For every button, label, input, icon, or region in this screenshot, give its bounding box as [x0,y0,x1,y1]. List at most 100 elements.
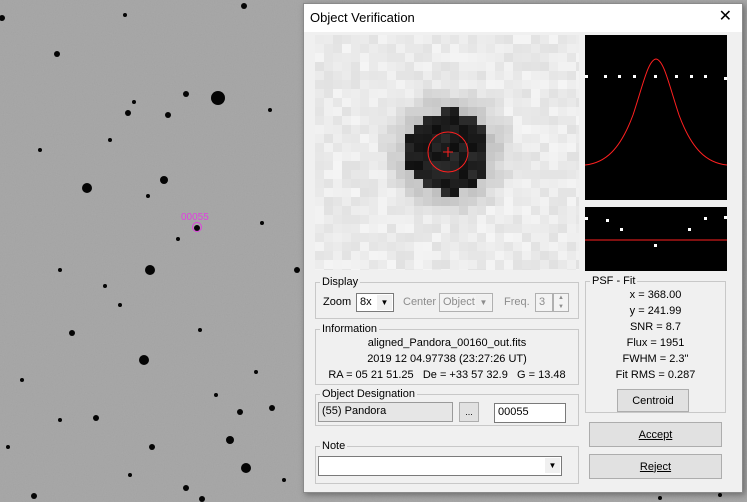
zoom-pixel [342,71,351,80]
zoom-pixel [414,107,423,116]
zoom-pixel [549,206,558,215]
zoom-pixel [450,197,459,206]
zoom-pixel [432,125,441,134]
browse-button[interactable]: ... [459,402,479,422]
zoom-pixel [504,215,513,224]
zoom-pixel [324,44,333,53]
centroid-button[interactable]: Centroid [617,389,689,412]
zoom-pixel [567,143,576,152]
zoom-pixel [513,197,522,206]
center-label: Center [403,296,437,308]
zoom-pixel [414,206,423,215]
zoom-pixel [495,161,504,170]
zoom-pixel [333,242,342,251]
zoom-pixel [324,251,333,260]
zoom-pixel [324,89,333,98]
zoom-pixel [441,143,450,152]
zoom-pixel [432,170,441,179]
zoom-pixel [540,89,549,98]
zoom-pixel [504,233,513,242]
zoom-pixel [504,197,513,206]
zoom-pixel [504,107,513,116]
zoom-value: 8x [360,296,372,308]
zoom-pixel [477,206,486,215]
zoom-pixel [495,80,504,89]
zoom-pixel [333,98,342,107]
spin-up-icon[interactable]: ▲ [554,294,568,303]
zoom-pixel [513,269,522,270]
zoom-pixel [567,242,576,251]
center-select[interactable]: Object ▼ [439,293,493,312]
chevron-down-icon[interactable]: ▼ [545,458,560,473]
zoom-pixel [414,224,423,233]
zoom-pixel [342,161,351,170]
zoom-pixel [567,161,576,170]
zoom-pixel [378,143,387,152]
zoom-pixel [369,197,378,206]
zoom-pixel [324,260,333,269]
zoom-pixel [486,269,495,270]
zoom-pixel [486,35,495,44]
zoom-pixel [351,260,360,269]
zoom-pixel [558,206,567,215]
zoom-pixel [558,188,567,197]
zoom-pixel [468,53,477,62]
spin-down-icon[interactable]: ▼ [554,303,568,312]
zoom-pixel [351,116,360,125]
zoom-pixel [459,206,468,215]
zoom-pixel [414,269,423,270]
freq-spinner[interactable]: ▲ ▼ [553,293,569,312]
target-marker[interactable] [192,222,202,232]
zoom-pixel [423,233,432,242]
zoom-pixel [477,161,486,170]
zoom-pixel [378,197,387,206]
zoom-pixel [513,71,522,80]
zoom-pixel [504,188,513,197]
zoom-pixel [369,71,378,80]
zoom-pixel [576,80,579,89]
zoom-pixel [423,53,432,62]
zoom-pixel [513,152,522,161]
zoom-pixel [387,53,396,62]
chevron-down-icon[interactable]: ▼ [476,295,491,310]
zoom-pixel [405,215,414,224]
zoom-pixel [558,80,567,89]
zoom-pixel [468,98,477,107]
zoom-pixel [387,224,396,233]
chevron-down-icon[interactable]: ▼ [377,295,392,310]
zoom-pixel [495,89,504,98]
zoom-pixel [567,89,576,98]
dialog-titlebar[interactable]: Object Verification ✕ [304,4,742,32]
close-icon[interactable]: ✕ [719,8,732,26]
accept-button[interactable]: Accept [589,422,722,447]
zoom-pixel [522,188,531,197]
zoom-pixel [324,242,333,251]
zoom-pixel [468,161,477,170]
zoom-pixel [468,89,477,98]
reject-button[interactable]: Reject [589,454,722,479]
zoom-pixel [342,152,351,161]
psf-fwhm: FWHM = 2.3" [622,353,689,365]
zoom-pixel [378,188,387,197]
zoom-pixel [333,107,342,116]
zoom-pixel [531,53,540,62]
zoom-pixel [414,197,423,206]
zoom-select[interactable]: 8x ▼ [356,293,394,312]
freq-input[interactable]: 3 [535,293,553,312]
zoom-pixel [414,188,423,197]
zoom-pixel [495,260,504,269]
designation-code-field[interactable]: 00055 [494,403,566,423]
zoom-pixel [369,53,378,62]
zoom-pixel [522,260,531,269]
zoom-pixel [432,53,441,62]
designation-name-field[interactable]: (55) Pandora [318,402,453,422]
zoom-pixel [522,197,531,206]
zoom-pixel [423,215,432,224]
note-input[interactable]: ▼ [318,456,562,476]
zoom-pixel [351,62,360,71]
dialog-title: Object Verification [310,10,415,25]
zoom-pixel [324,98,333,107]
zoom-pixel [495,197,504,206]
zoom-pixel [387,80,396,89]
zoom-pixel [423,224,432,233]
